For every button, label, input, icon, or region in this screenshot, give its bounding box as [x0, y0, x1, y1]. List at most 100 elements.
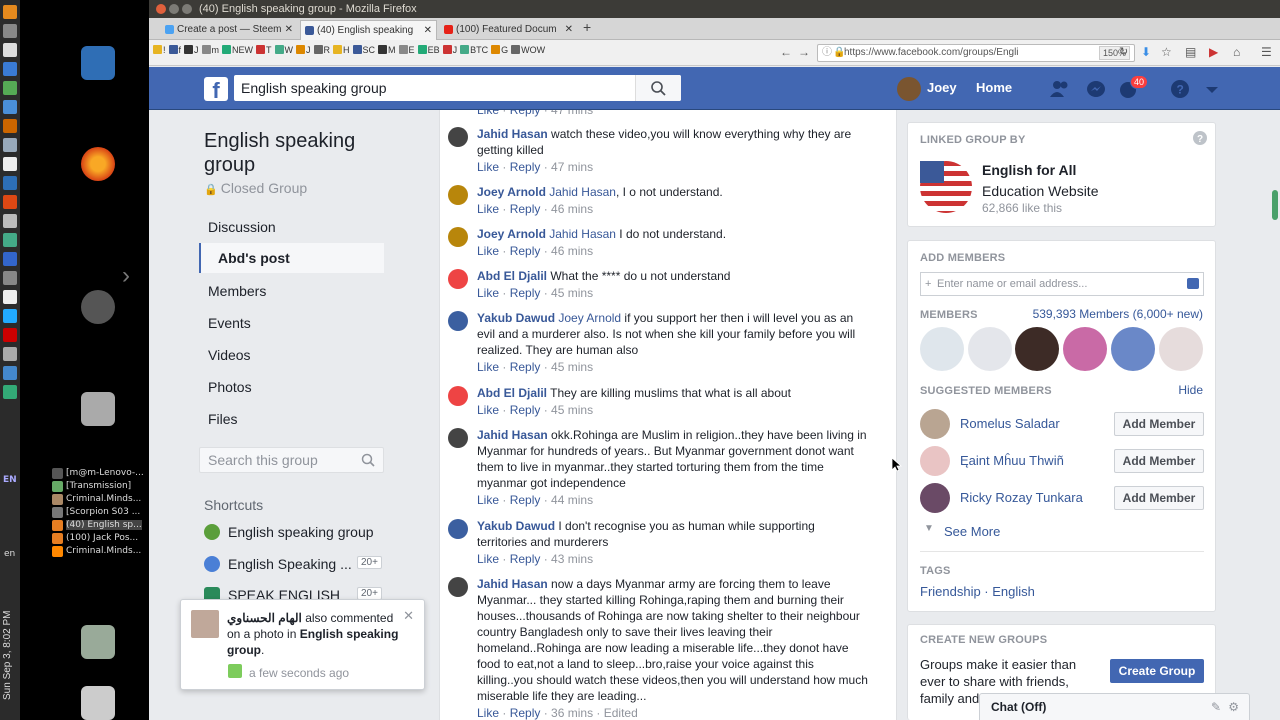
reload-icon[interactable]: ↻	[1119, 45, 1128, 58]
comment-author[interactable]: Abd El Djalil	[477, 386, 547, 400]
bookmark-item[interactable]: NEW	[222, 45, 253, 55]
document-icon[interactable]	[81, 46, 115, 80]
bookmark-item[interactable]: BTC	[460, 45, 488, 55]
tab-facebook[interactable]: (40) English speaking ✕	[300, 20, 437, 40]
close-icon[interactable]: ✕	[424, 21, 432, 40]
download-icon[interactable]: ⬇	[1141, 45, 1151, 59]
trash-icon[interactable]	[81, 686, 115, 720]
chat-bar[interactable]: Chat (Off) ✎ ⚙	[979, 693, 1250, 720]
like-link[interactable]: Like	[477, 286, 499, 300]
close-icon[interactable]: ✕	[285, 20, 293, 40]
comment-author[interactable]: Joey Arnold	[477, 185, 546, 199]
see-more-link[interactable]: See More	[944, 524, 1000, 539]
tab-steem[interactable]: Create a post — Steem ✕	[161, 20, 297, 40]
document-icon[interactable]	[3, 43, 17, 57]
linked-group-avatar[interactable]	[920, 161, 972, 213]
taskbar-item[interactable]: [m@m-Lenovo-...	[66, 468, 144, 478]
reply-link[interactable]: Reply	[510, 286, 541, 300]
avatar[interactable]	[920, 483, 950, 513]
app-icon[interactable]	[3, 385, 17, 399]
back-icon[interactable]: ←	[780, 45, 792, 59]
drive-icon[interactable]	[81, 392, 115, 426]
taskbar-item-active[interactable]: (40) English sp...	[66, 520, 142, 530]
hide-link[interactable]: Hide	[1178, 383, 1203, 397]
app-icon[interactable]	[3, 347, 17, 361]
reply-link[interactable]: Reply	[510, 360, 541, 374]
clock[interactable]: Sun Sep 3, 8:02 PM	[2, 600, 16, 700]
bookmark-item[interactable]: J	[184, 45, 199, 55]
messenger-icon[interactable]	[1085, 79, 1107, 99]
nav-files[interactable]: Files	[199, 404, 384, 434]
nav-abds-post[interactable]: Abd's post	[199, 243, 384, 273]
member-avatar[interactable]	[968, 327, 1012, 371]
app-icon[interactable]	[3, 214, 17, 228]
notification-popup[interactable]: الهام الحسناوي also commented on a photo…	[180, 599, 425, 690]
bookmark-item[interactable]: J	[442, 45, 457, 55]
close-window-icon[interactable]	[156, 4, 166, 14]
like-link[interactable]: Like	[477, 403, 499, 417]
avatar[interactable]	[448, 386, 468, 406]
app-icon[interactable]	[3, 176, 17, 190]
member-avatar[interactable]	[1111, 327, 1155, 371]
comment-time[interactable]: 47 mins	[551, 110, 593, 117]
facebook-logo-icon[interactable]: f	[204, 77, 228, 103]
comment-time[interactable]: 47 mins	[551, 160, 593, 174]
suggested-member-name[interactable]: Ricky Rozay Tunkara	[960, 490, 1083, 505]
forward-icon[interactable]: →	[798, 45, 810, 59]
comment-mention[interactable]: Joey Arnold	[558, 311, 621, 325]
bookmark-item[interactable]: WOW	[511, 45, 545, 55]
add-member-button[interactable]: Add Member	[1114, 486, 1204, 510]
comment-time[interactable]: 46 mins	[551, 244, 593, 258]
comment-time[interactable]: 44 mins	[551, 493, 593, 507]
home-link[interactable]: Home	[976, 75, 1012, 101]
youtube-icon[interactable]: ▶	[1209, 45, 1218, 59]
like-link[interactable]: Like	[477, 552, 499, 566]
app-icon[interactable]	[3, 138, 17, 152]
tags-list[interactable]: Friendship · English	[920, 584, 1035, 599]
minimize-window-icon[interactable]	[169, 4, 179, 14]
chevron-right-icon[interactable]: ›	[122, 262, 130, 290]
taskbar-item[interactable]: [Scorpion S03 ...	[66, 507, 140, 517]
avatar[interactable]	[448, 127, 468, 147]
search-input[interactable]: English speaking group	[234, 75, 681, 101]
reply-link[interactable]: Reply	[510, 493, 541, 507]
app-icon[interactable]	[3, 290, 17, 304]
home-icon[interactable]: ⌂	[1233, 45, 1240, 59]
reply-link[interactable]: Reply	[510, 202, 541, 216]
avatar[interactable]	[448, 269, 468, 289]
reply-link[interactable]: Reply	[510, 244, 541, 258]
comment-author[interactable]: Jahid Hasan	[477, 428, 548, 442]
help-icon[interactable]: ?	[1193, 131, 1207, 145]
app-icon[interactable]	[3, 81, 17, 95]
ubuntu-icon[interactable]	[3, 195, 17, 209]
reply-link[interactable]: Reply	[510, 552, 541, 566]
shortcut-item[interactable]: English Speaking ... 20+	[204, 556, 382, 572]
bookmark-item[interactable]: G	[491, 45, 508, 55]
bitcoin-icon[interactable]	[3, 5, 17, 19]
comment-author[interactable]: Joey Arnold	[477, 227, 546, 241]
bookmark-item[interactable]: R	[313, 45, 330, 55]
add-member-button[interactable]: Add Member	[1114, 449, 1204, 473]
reply-link[interactable]: Reply	[510, 706, 541, 720]
scrollbar[interactable]	[1270, 110, 1280, 720]
app-icon[interactable]	[3, 233, 17, 247]
atom-icon[interactable]	[3, 309, 17, 323]
comment-author[interactable]: Abd El Djalil	[477, 269, 547, 283]
edited-label[interactable]: Edited	[604, 706, 638, 720]
like-link[interactable]: Like	[477, 202, 499, 216]
shortcut-item[interactable]: English speaking group	[204, 524, 374, 540]
contacts-icon[interactable]	[1187, 278, 1199, 289]
avatar[interactable]	[448, 428, 468, 448]
avatar[interactable]	[448, 185, 468, 205]
bookmark-item[interactable]: E	[398, 45, 415, 55]
library-icon[interactable]: ▤	[1185, 45, 1196, 59]
like-link[interactable]: Like	[477, 360, 499, 374]
friend-requests-icon[interactable]	[1049, 79, 1071, 99]
member-avatar[interactable]	[1159, 327, 1203, 371]
bookmark-item[interactable]: W	[274, 45, 293, 55]
bookmark-item[interactable]: m	[201, 45, 219, 55]
search-icon[interactable]	[361, 453, 375, 467]
app-icon[interactable]	[3, 271, 17, 285]
help-icon[interactable]: ?	[1169, 79, 1191, 99]
comment-author[interactable]: Jahid Hasan	[477, 127, 548, 141]
